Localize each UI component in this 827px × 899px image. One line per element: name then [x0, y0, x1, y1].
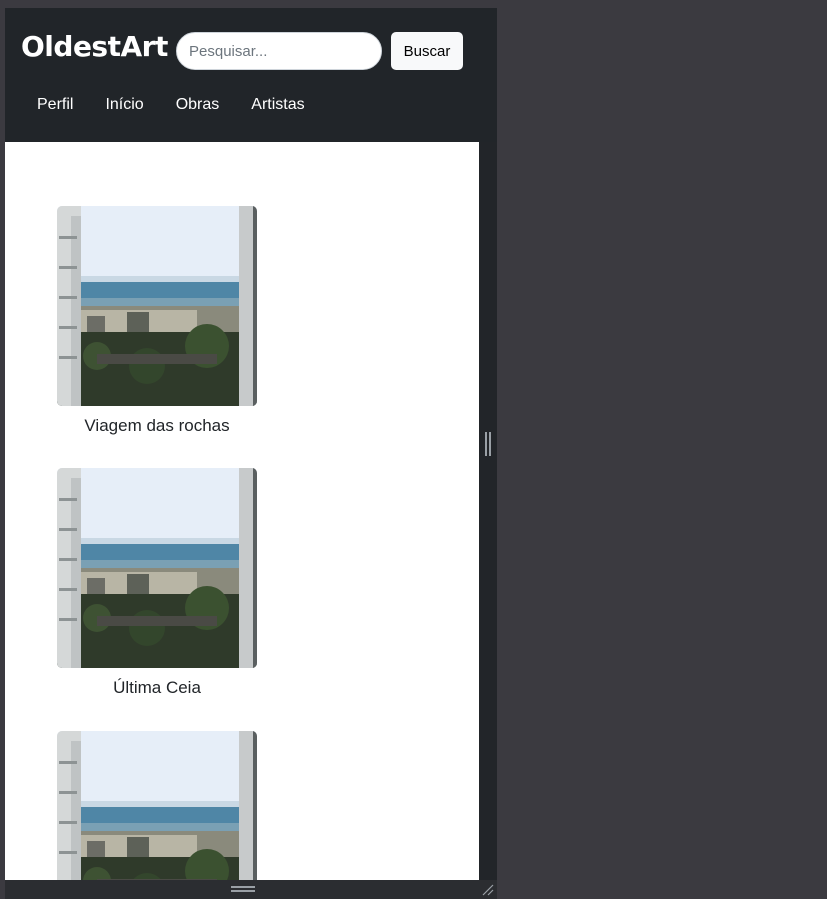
artwork-image[interactable] — [57, 206, 257, 406]
navbar: OldestArt Buscar Perfil Início Obras Art… — [5, 8, 497, 142]
nav-links: Perfil Início Obras Artistas — [21, 96, 321, 114]
mobile-viewport: OldestArt Buscar Perfil Início Obras Art… — [5, 8, 497, 899]
artwork-card[interactable]: Última Ceia — [57, 468, 257, 698]
artwork-title[interactable]: Última Ceia — [57, 678, 257, 698]
artwork-title[interactable]: Viagem das rochas — [57, 416, 257, 436]
artwork-list: Viagem das rochas Última Ceia — [5, 142, 479, 880]
resize-handle-icon[interactable] — [485, 432, 491, 456]
nav-item-artistas[interactable]: Artistas — [235, 96, 320, 114]
resize-handle-icon[interactable] — [231, 886, 255, 892]
brand-logo[interactable]: OldestArt — [21, 30, 168, 63]
nav-item-obras[interactable]: Obras — [160, 96, 236, 114]
nav-item-inicio[interactable]: Início — [89, 96, 159, 114]
viewport-edge — [479, 142, 497, 880]
search-button[interactable]: Buscar — [391, 32, 463, 70]
corner-resize-icon[interactable] — [482, 884, 494, 896]
artwork-card[interactable]: Viagem das rochas — [57, 206, 257, 436]
search-input[interactable] — [176, 32, 382, 70]
artwork-image[interactable] — [57, 731, 257, 880]
artwork-card[interactable] — [57, 731, 257, 880]
nav-item-perfil[interactable]: Perfil — [21, 96, 89, 114]
artwork-image[interactable] — [57, 468, 257, 668]
